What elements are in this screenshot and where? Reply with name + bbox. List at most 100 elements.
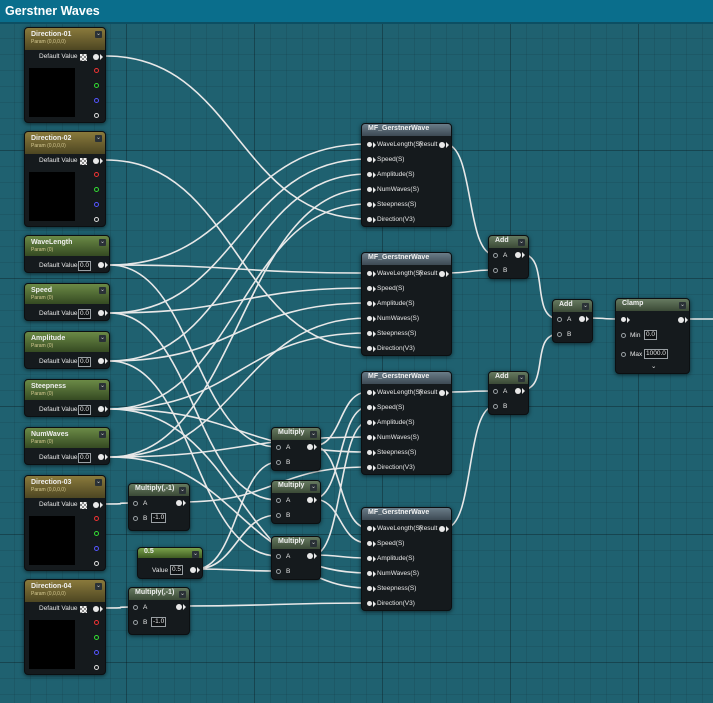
input-pin[interactable]: [367, 157, 372, 162]
output-pin[interactable]: [439, 271, 445, 277]
input-pin[interactable]: [367, 556, 372, 561]
node-header[interactable]: Add ⌄: [553, 300, 592, 312]
constant-node[interactable]: 0.5 ⌄ Value 0.5: [137, 547, 203, 579]
chevron-down-icon[interactable]: ⌄: [99, 239, 106, 246]
input-pin[interactable]: [367, 301, 372, 306]
vector-param-node[interactable]: Direction-01 Param (0,0,0,0) ⌄ Default Valu…: [24, 27, 106, 123]
chevron-down-icon[interactable]: ⌄: [95, 31, 102, 38]
node-header[interactable]: NumWaves Param (0) ⌄: [25, 428, 109, 448]
output-pin[interactable]: [98, 358, 104, 364]
b-value-input[interactable]: -1.0: [151, 513, 167, 523]
color-swatch-icon[interactable]: [80, 502, 87, 509]
output-pin-rgba[interactable]: [93, 158, 99, 164]
material-graph-canvas[interactable]: Gerstner Waves Direction-01 Param (0,0,0,…: [0, 0, 713, 703]
color-swatch-icon[interactable]: [80, 54, 87, 61]
input-pin-b[interactable]: [276, 513, 281, 518]
input-pin[interactable]: [367, 450, 372, 455]
chevron-down-icon[interactable]: ⌄: [679, 302, 686, 309]
output-pin[interactable]: [439, 390, 445, 396]
chevron-down-icon[interactable]: ⌄: [179, 487, 186, 494]
input-pin-max[interactable]: [621, 352, 626, 357]
output-pin-r[interactable]: [94, 68, 99, 73]
input-pin-a[interactable]: [276, 498, 281, 503]
expand-chevron-icon[interactable]: ⌄: [651, 362, 656, 370]
gerstner-wave-node[interactable]: MF_GerstnerWave WaveLength(S) Speed(S) Ampl…: [361, 252, 452, 356]
input-pin-a[interactable]: [493, 389, 498, 394]
input-pin-b[interactable]: [493, 404, 498, 409]
input-pin[interactable]: [367, 435, 372, 440]
multiply-node[interactable]: Multiply ⌄ A B: [271, 427, 321, 471]
vector-param-node[interactable]: Direction-02 Param (0,0,0,0) ⌄ Default Valu…: [24, 131, 106, 227]
output-pin[interactable]: [98, 310, 104, 316]
node-header[interactable]: Direction-04 Param (0,0,0,0) ⌄: [25, 580, 105, 602]
input-pin-a[interactable]: [133, 501, 138, 506]
input-pin[interactable]: [367, 142, 372, 147]
default-value-input[interactable]: 0.0: [78, 453, 92, 463]
input-pin-a[interactable]: [276, 554, 281, 559]
node-header[interactable]: Multiply(,-1) ⌄: [129, 588, 189, 600]
node-header[interactable]: 0.5 ⌄: [138, 548, 202, 558]
default-value-input[interactable]: 0.0: [78, 357, 92, 367]
input-pin-min[interactable]: [621, 333, 626, 338]
output-pin-a[interactable]: [94, 113, 99, 118]
input-pin-b[interactable]: [276, 460, 281, 465]
input-pin[interactable]: [367, 202, 372, 207]
default-value-input[interactable]: 0.0: [78, 405, 92, 415]
node-header[interactable]: Direction-03 Param (0,0,0,0) ⌄: [25, 476, 105, 498]
input-pin[interactable]: [367, 465, 372, 470]
output-pin-b[interactable]: [94, 202, 99, 207]
scalar-param-node[interactable]: NumWaves Param (0) ⌄ Default Value 0.0: [24, 427, 110, 465]
output-pin[interactable]: [98, 406, 104, 412]
add-node[interactable]: Add ⌄ A B: [552, 299, 593, 343]
input-pin[interactable]: [367, 571, 372, 576]
output-pin-rgba[interactable]: [93, 502, 99, 508]
node-header[interactable]: Amplitude Param (0) ⌄: [25, 332, 109, 352]
output-pin-r[interactable]: [94, 620, 99, 625]
output-pin-a[interactable]: [94, 561, 99, 566]
output-pin-a[interactable]: [94, 665, 99, 670]
chevron-down-icon[interactable]: ⌄: [95, 135, 102, 142]
input-pin[interactable]: [367, 346, 372, 351]
input-pin-b[interactable]: [493, 268, 498, 273]
input-pin-b[interactable]: [133, 620, 138, 625]
color-swatch-icon[interactable]: [80, 606, 87, 613]
node-header[interactable]: Multiply ⌄: [272, 537, 320, 549]
input-pin[interactable]: [367, 217, 372, 222]
node-header[interactable]: MF_GerstnerWave: [362, 253, 451, 265]
gerstner-wave-node[interactable]: MF_GerstnerWave WaveLength(S) Speed(S) Ampl…: [361, 507, 452, 611]
input-pin-a[interactable]: [276, 445, 281, 450]
node-header[interactable]: Steepness Param (0) ⌄: [25, 380, 109, 400]
chevron-down-icon[interactable]: ⌄: [95, 583, 102, 590]
output-pin-rgba[interactable]: [93, 606, 99, 612]
input-pin-a[interactable]: [133, 605, 138, 610]
gerstner-wave-node[interactable]: MF_GerstnerWave WaveLength(S) Speed(S) Ampl…: [361, 123, 452, 227]
output-pin[interactable]: [98, 454, 104, 460]
node-header[interactable]: Direction-02 Param (0,0,0,0) ⌄: [25, 132, 105, 154]
output-pin-r[interactable]: [94, 172, 99, 177]
chevron-down-icon[interactable]: ⌄: [518, 375, 525, 382]
input-pin[interactable]: [367, 331, 372, 336]
scalar-param-node[interactable]: Amplitude Param (0) ⌄ Default Value 0.0: [24, 331, 110, 369]
node-header[interactable]: MF_GerstnerWave: [362, 124, 451, 136]
input-pin-a[interactable]: [557, 317, 562, 322]
output-pin[interactable]: [307, 444, 313, 450]
input-pin[interactable]: [367, 286, 372, 291]
clamp-node[interactable]: Clamp ⌄ Min 0.0 Max 1000.0 ⌄: [615, 298, 690, 374]
output-pin-r[interactable]: [94, 516, 99, 521]
output-pin[interactable]: [439, 142, 445, 148]
input-pin[interactable]: [621, 317, 626, 322]
output-pin-b[interactable]: [94, 546, 99, 551]
output-pin[interactable]: [439, 526, 445, 532]
output-pin[interactable]: [176, 604, 182, 610]
input-pin[interactable]: [367, 601, 372, 606]
multiply-node[interactable]: Multiply ⌄ A B: [271, 536, 321, 580]
vector-param-node[interactable]: Direction-03 Param (0,0,0,0) ⌄ Default Valu…: [24, 475, 106, 571]
node-header[interactable]: Speed Param (0) ⌄: [25, 284, 109, 304]
output-pin[interactable]: [515, 252, 521, 258]
input-pin[interactable]: [367, 271, 372, 276]
output-pin-b[interactable]: [94, 650, 99, 655]
value-input[interactable]: 0.5: [170, 565, 184, 575]
default-value-input[interactable]: 0.0: [78, 309, 92, 319]
output-pin-g[interactable]: [94, 83, 99, 88]
add-node[interactable]: Add ⌄ A B: [488, 371, 529, 415]
